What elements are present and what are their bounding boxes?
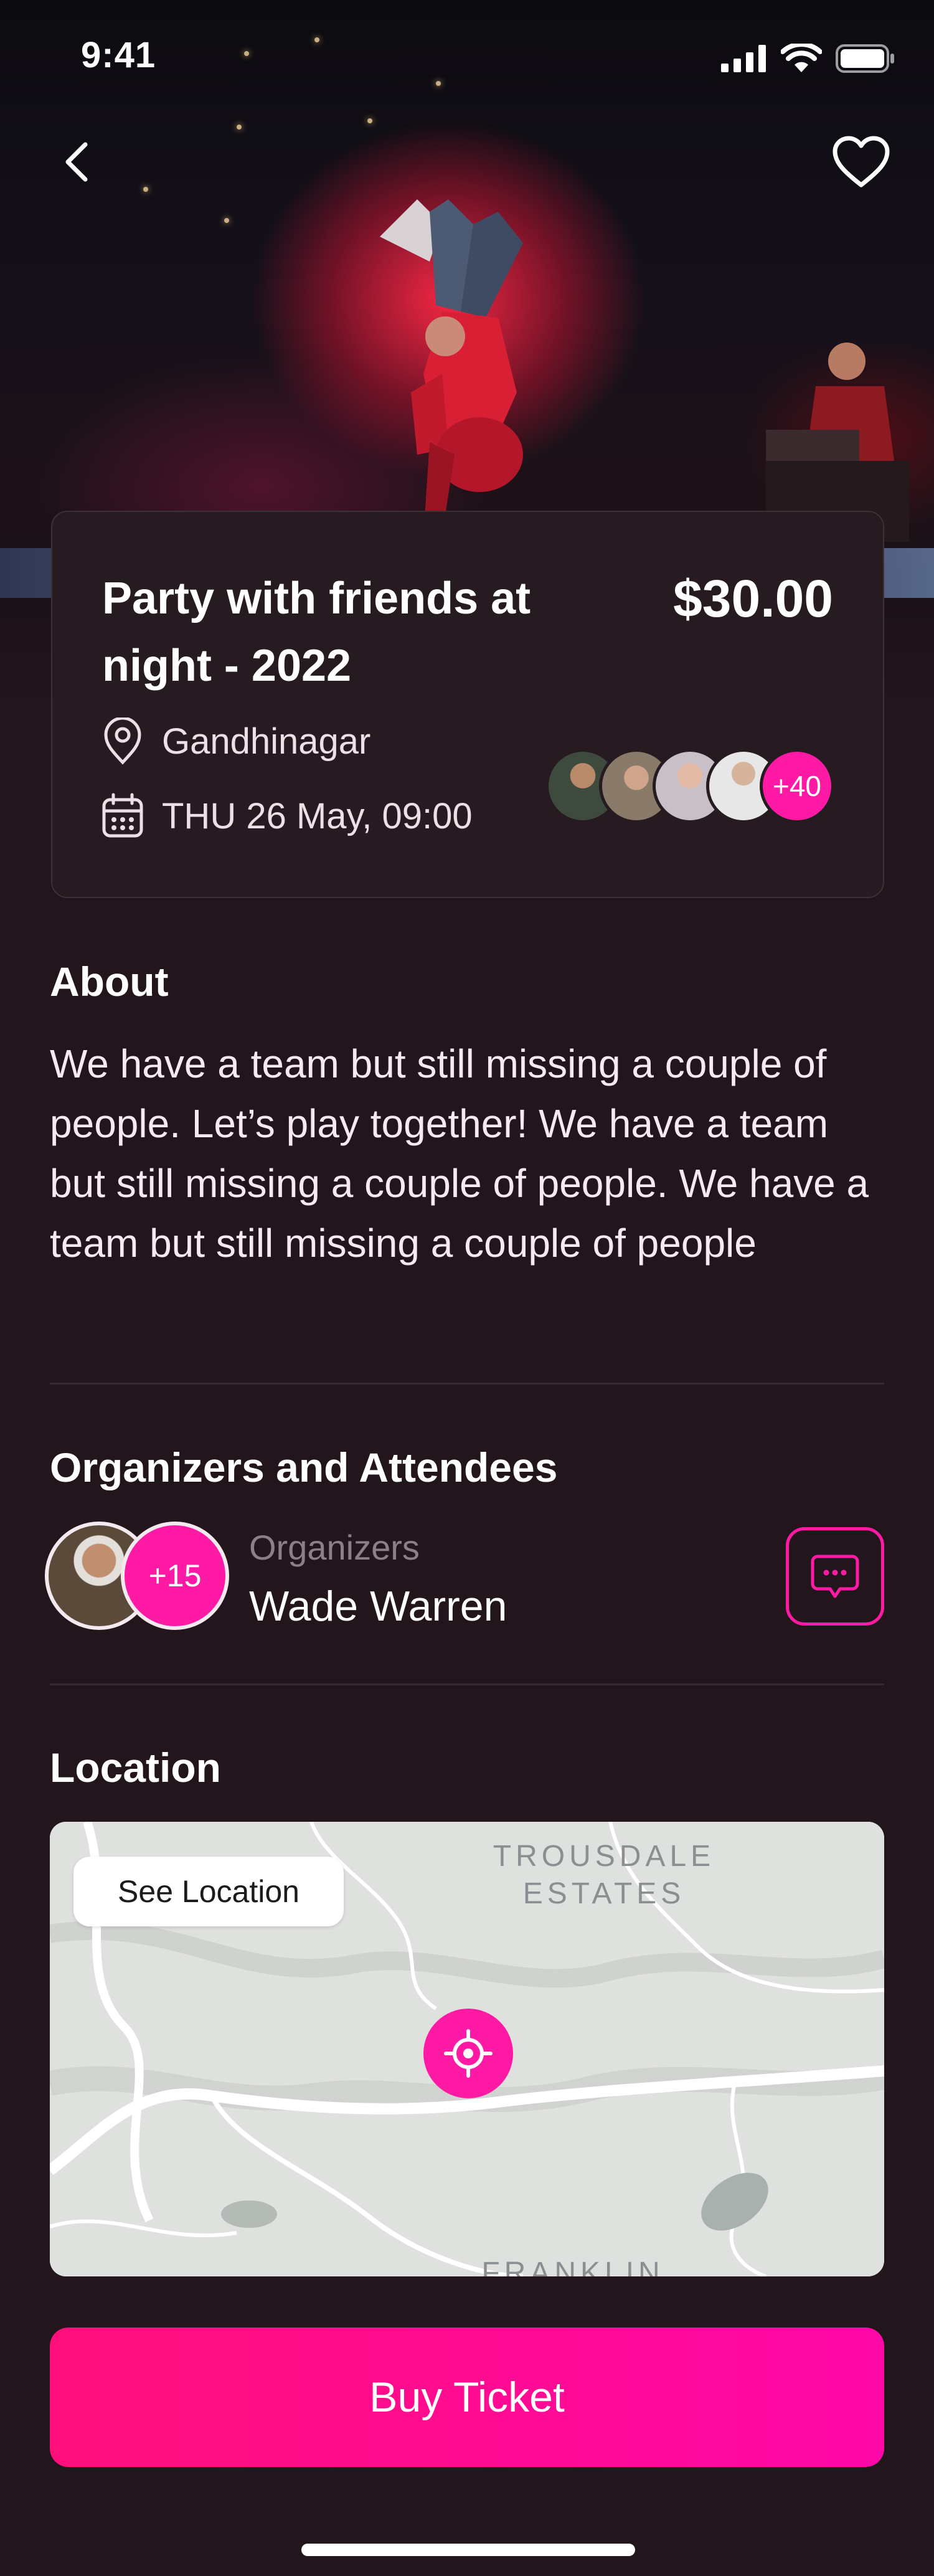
about-text: We have a team but still missing a coupl… bbox=[50, 1041, 869, 1266]
location-heading: Location bbox=[50, 1745, 221, 1791]
location-map[interactable]: See Location TROUSDALE ESTATES FRANKLIN bbox=[50, 1822, 884, 2276]
attendee-avatars[interactable]: +40 bbox=[545, 749, 834, 823]
signal-icon bbox=[721, 45, 766, 72]
event-card: Party with friends at night - 2022 $30.0… bbox=[51, 511, 884, 898]
event-price: $30.00 bbox=[673, 569, 833, 628]
event-location-row: Gandhinagar bbox=[101, 717, 370, 765]
organizer-label: Organizers bbox=[249, 1528, 420, 1567]
map-label-trousdale: TROUSDALE ESTATES bbox=[493, 1840, 715, 1910]
back-chevron-icon bbox=[65, 142, 88, 182]
target-icon bbox=[444, 2029, 493, 2078]
wifi-icon bbox=[781, 44, 822, 72]
divider bbox=[50, 1683, 884, 1685]
chat-button[interactable] bbox=[786, 1527, 884, 1626]
event-location: Gandhinagar bbox=[162, 721, 371, 762]
organizer-avatars[interactable]: +15 bbox=[45, 1522, 232, 1634]
calendar-icon bbox=[102, 793, 143, 838]
map-pin[interactable] bbox=[423, 2009, 513, 2098]
location-pin-icon bbox=[104, 717, 141, 765]
home-indicator bbox=[301, 2544, 635, 2556]
favorite-button[interactable] bbox=[827, 128, 895, 196]
organizers-heading: Organizers and Attendees bbox=[50, 1444, 558, 1490]
battery-icon bbox=[836, 44, 894, 73]
back-button[interactable] bbox=[44, 128, 112, 196]
event-title: Party with friends at night - 2022 bbox=[102, 574, 531, 691]
status-bar: 9:41 bbox=[0, 0, 934, 112]
dancer-figure bbox=[380, 199, 523, 536]
buy-ticket-button[interactable]: Buy Ticket bbox=[50, 2327, 884, 2467]
chat-icon bbox=[811, 1555, 859, 1598]
attendees-more-badge: +40 bbox=[760, 749, 834, 823]
event-date-row: THU 26 May, 09:00 bbox=[101, 792, 473, 840]
event-datetime: THU 26 May, 09:00 bbox=[162, 795, 473, 836]
heart-icon bbox=[833, 136, 890, 187]
map-label-franklin: FRANKLIN bbox=[481, 2256, 664, 2276]
about-heading: About bbox=[50, 959, 169, 1005]
divider bbox=[50, 1383, 884, 1385]
organizer-name: Wade Warren bbox=[249, 1583, 507, 1630]
status-time: 9:41 bbox=[81, 35, 156, 75]
see-location-button[interactable]: See Location bbox=[73, 1857, 344, 1926]
organizers-more-badge: +15 bbox=[121, 1522, 229, 1630]
